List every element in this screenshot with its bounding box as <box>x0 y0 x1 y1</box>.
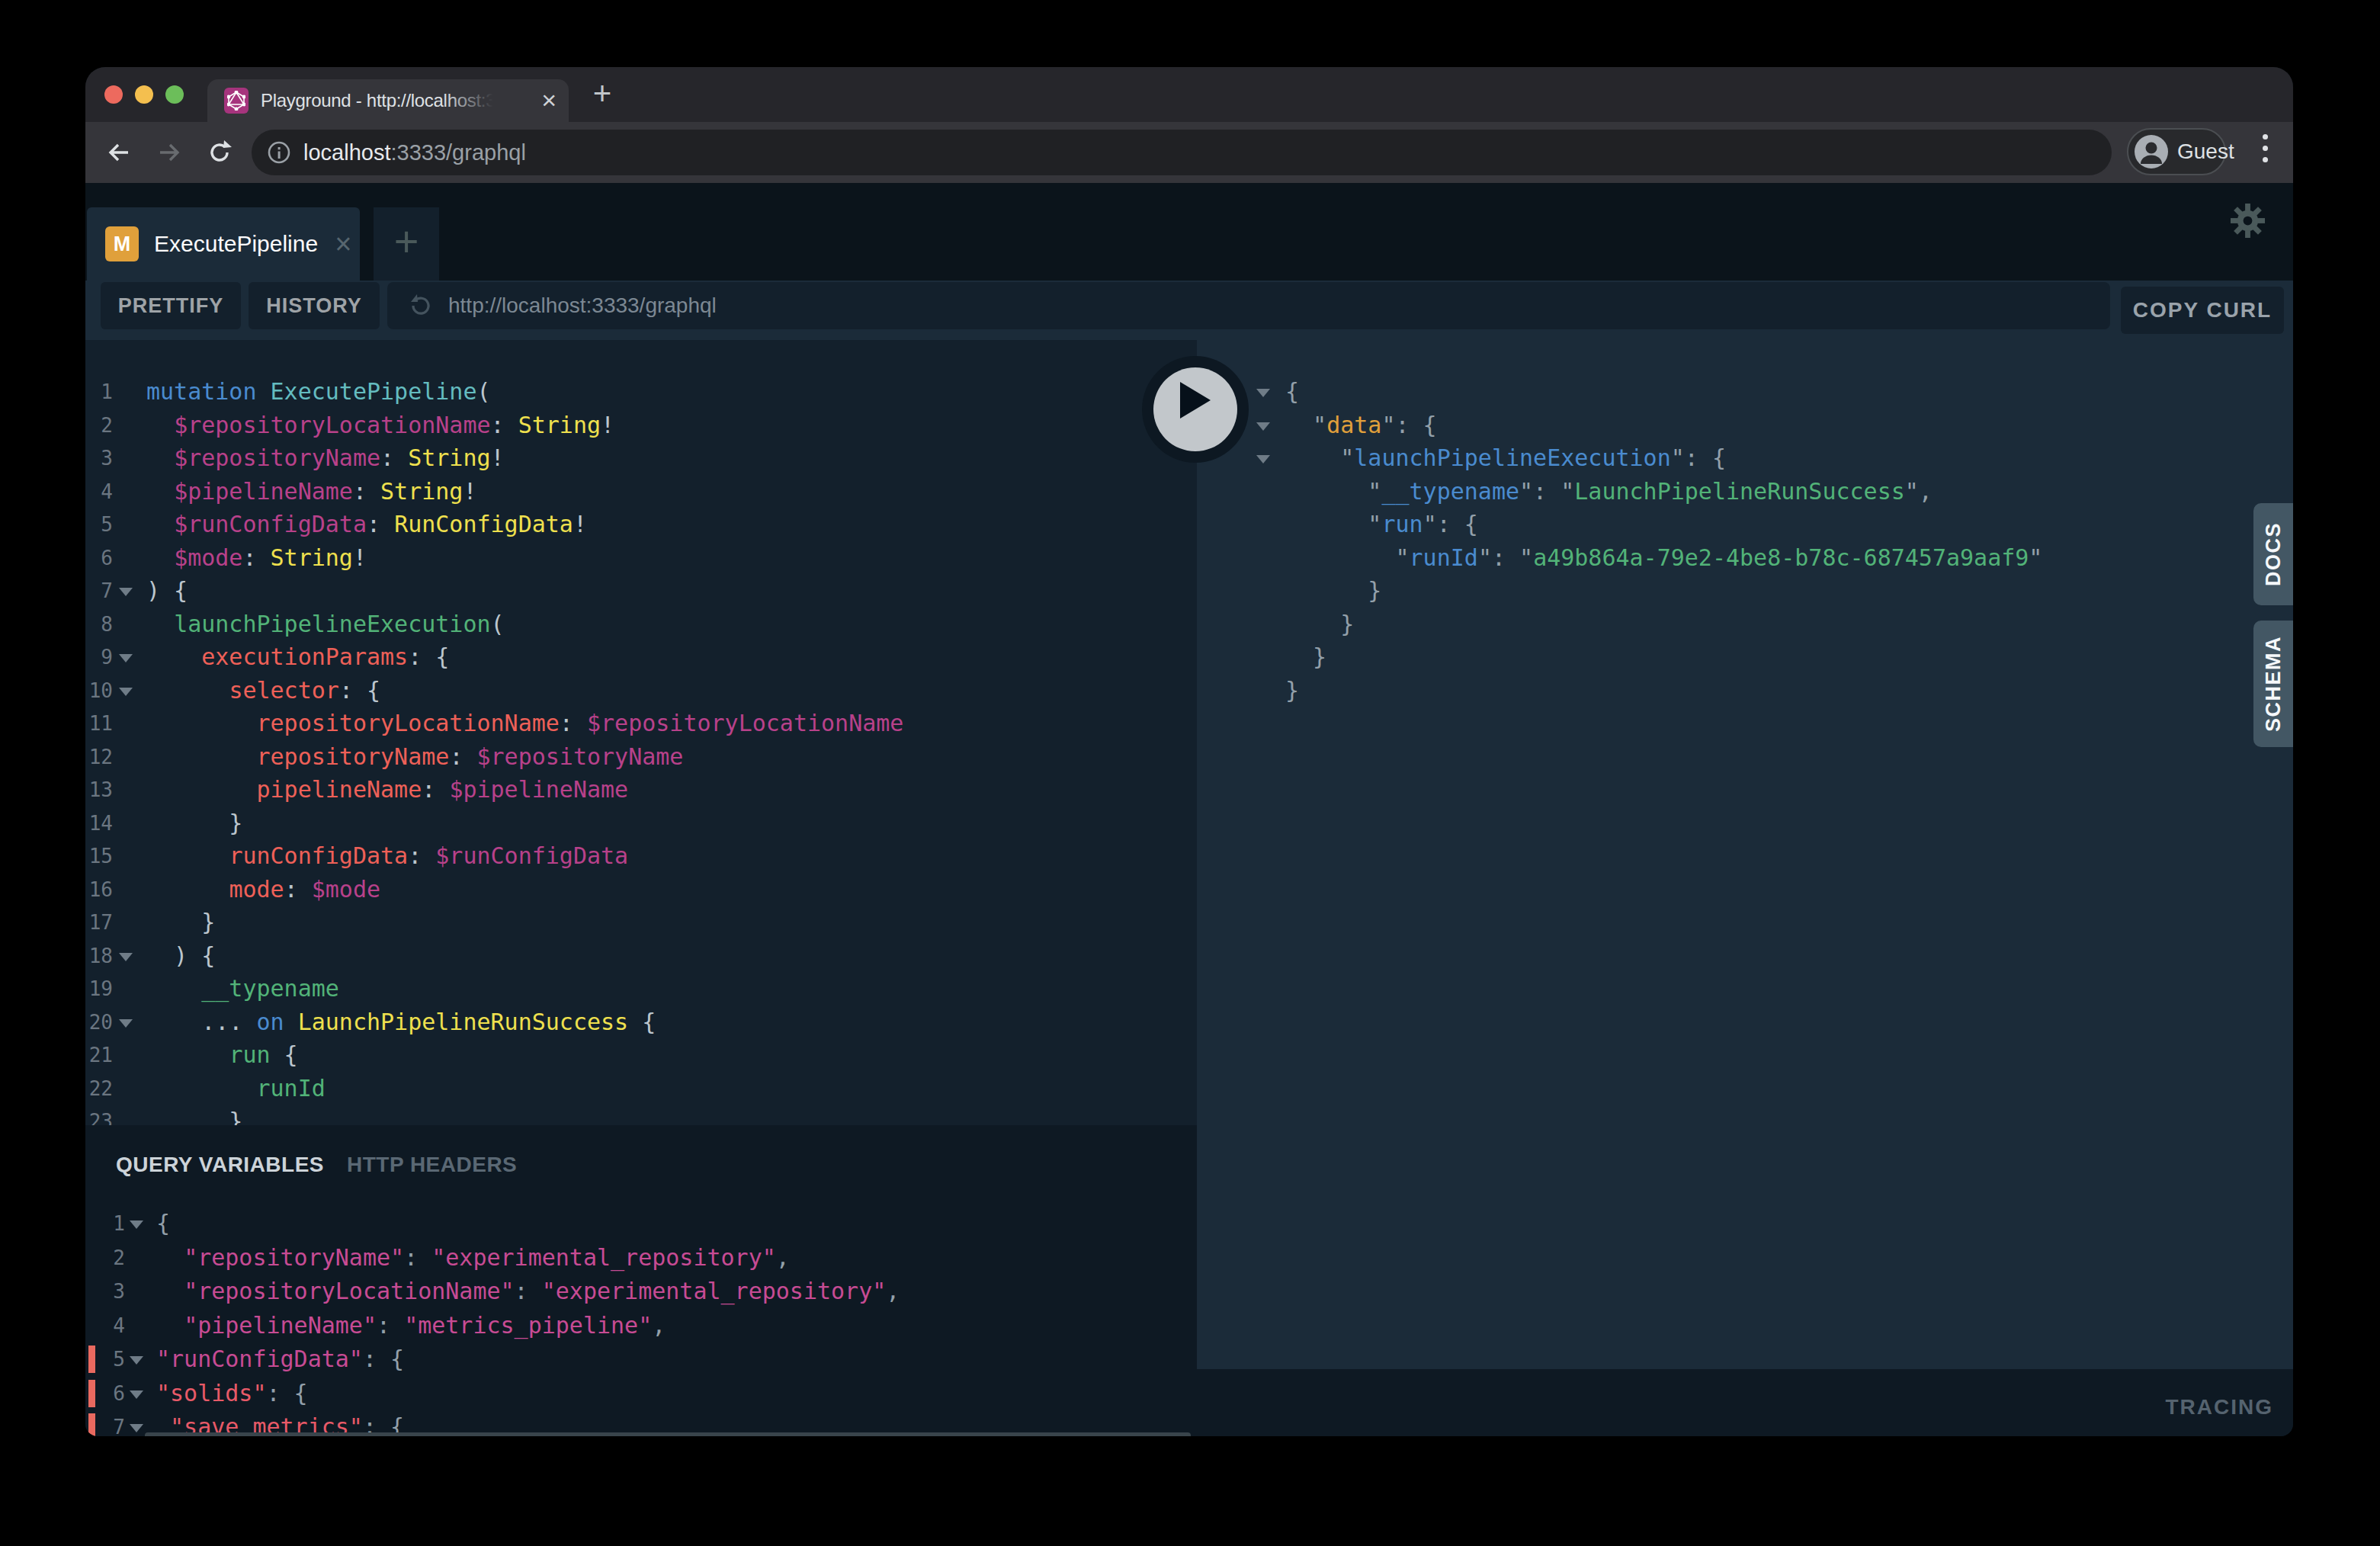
query-code-line: 2 $repositoryLocationName: String! <box>85 409 1197 442</box>
query-code-line: 6 $mode: String! <box>85 541 1197 575</box>
query-code-line: 3 $repositoryName: String! <box>85 441 1197 475</box>
browser-tab[interactable]: Playground - http://localhost:33 × <box>207 79 569 122</box>
tab-title-fade <box>444 79 502 122</box>
query-code-line: 5 $runConfigData: RunConfigData! <box>85 508 1197 541</box>
profile-button[interactable]: Guest <box>2127 128 2226 175</box>
site-info-icon[interactable] <box>267 140 291 165</box>
session-tab-close-icon[interactable]: × <box>335 228 351 261</box>
query-code-line: 20 ... on LaunchPipelineRunSuccess { <box>85 1006 1197 1039</box>
fold-arrow-icon[interactable] <box>130 1424 143 1432</box>
schema-tab[interactable]: SCHEMA <box>2253 621 2293 747</box>
prettify-button[interactable]: PRETTIFY <box>101 282 241 329</box>
query-code-line: 13 pipelineName: $pipelineName <box>85 773 1197 807</box>
response-code-line: "__typename": "LaunchPipelineRunSuccess"… <box>1197 475 2293 508</box>
fold-arrow-icon[interactable] <box>130 1390 143 1399</box>
query-code-line: 10 selector: { <box>85 674 1197 707</box>
response-code-line: "run": { <box>1197 508 2293 541</box>
response-code-line: "data": { <box>1197 409 2293 442</box>
fold-arrow-icon[interactable] <box>119 1019 133 1028</box>
settings-gear-icon[interactable] <box>2230 203 2266 239</box>
query-code-line: 18 ) { <box>85 939 1197 973</box>
fold-arrow-icon[interactable] <box>119 688 133 696</box>
endpoint-reload-icon <box>406 291 435 320</box>
avatar-icon <box>2135 135 2168 168</box>
play-icon <box>1180 382 1211 419</box>
query-editor[interactable]: 1mutation ExecutePipeline(2 $repositoryL… <box>85 340 1197 1125</box>
traffic-light-minimize[interactable] <box>135 85 153 104</box>
query-code-line: 14 } <box>85 807 1197 840</box>
url-bar[interactable]: localhost:3333/graphql <box>252 130 2112 175</box>
query-code-line: 4 $pipelineName: String! <box>85 475 1197 508</box>
session-tab[interactable]: M ExecutePipeline × <box>87 207 360 281</box>
fold-arrow-icon[interactable] <box>119 654 133 662</box>
fold-arrow-icon[interactable] <box>130 1220 143 1229</box>
browser-window: Playground - http://localhost:33 × + loc… <box>85 67 2293 1436</box>
mutation-badge: M <box>105 226 139 261</box>
variables-pane: QUERY VARIABLES HTTP HEADERS 1{2 "reposi… <box>85 1125 1197 1436</box>
playground-toolbar: PRETTIFY HISTORY http://localhost:3333/g… <box>85 281 2293 340</box>
browser-address-bar: localhost:3333/graphql Guest <box>85 122 2293 183</box>
response-code-line: } <box>1197 608 2293 641</box>
query-code-line: 1mutation ExecutePipeline( <box>85 375 1197 409</box>
response-code-line: { <box>1197 375 2293 409</box>
response-code-line: } <box>1197 574 2293 608</box>
tab-http-headers[interactable]: HTTP HEADERS <box>347 1153 517 1177</box>
response-code-line: } <box>1197 640 2293 674</box>
new-tab-button[interactable]: + <box>585 78 619 111</box>
browser-menu-icon[interactable] <box>2263 134 2269 168</box>
query-code-line: 16 mode: $mode <box>85 873 1197 906</box>
forward-icon[interactable] <box>156 139 183 166</box>
reload-icon[interactable] <box>206 139 233 166</box>
variables-code-line: 2 "repositoryName": "experimental_reposi… <box>85 1241 1197 1275</box>
response-code-line: "launchPipelineExecution": { <box>1197 441 2293 475</box>
query-code-line: 7) { <box>85 574 1197 608</box>
profile-label: Guest <box>2177 140 2234 164</box>
query-code-line: 19 __typename <box>85 972 1197 1006</box>
response-code-line: "runId": "a49b864a-79e2-4be8-b78c-687457… <box>1197 541 2293 575</box>
horizontal-scrollbar[interactable] <box>145 1432 1191 1436</box>
query-code-line: 11 repositoryLocationName: $repositoryLo… <box>85 707 1197 740</box>
query-code-line: 17 } <box>85 906 1197 939</box>
copy-curl-button[interactable]: COPY CURL <box>2121 287 2284 334</box>
query-code-line: 15 runConfigData: $runConfigData <box>85 839 1197 873</box>
tracing-toggle[interactable]: TRACING <box>2165 1395 2273 1419</box>
fold-arrow-icon[interactable] <box>119 588 133 596</box>
fold-arrow-icon[interactable] <box>1256 455 1270 463</box>
variables-code-line: 6"solids": { <box>85 1377 1197 1410</box>
response-code-line: } <box>1197 674 2293 707</box>
variables-code-line: 3 "repositoryLocationName": "experimenta… <box>85 1275 1197 1308</box>
endpoint-url: http://localhost:3333/graphql <box>448 293 717 318</box>
variables-code-line: 4 "pipelineName": "metrics_pipeline", <box>85 1309 1197 1342</box>
traffic-light-close[interactable] <box>104 85 123 104</box>
query-code-line: 22 runId <box>85 1072 1197 1105</box>
execute-button[interactable] <box>1142 356 1249 463</box>
browser-tab-strip: Playground - http://localhost:33 × + <box>85 67 2293 122</box>
variables-code-line: 5"runConfigData": { <box>85 1342 1197 1376</box>
query-code-line: 21 run { <box>85 1038 1197 1072</box>
query-code-line: 12 repositoryName: $repositoryName <box>85 740 1197 774</box>
session-tab-title: ExecutePipeline <box>154 231 318 257</box>
fold-arrow-icon[interactable] <box>119 953 133 961</box>
history-button[interactable]: HISTORY <box>249 282 380 329</box>
tab-query-variables[interactable]: QUERY VARIABLES <box>116 1153 324 1177</box>
fold-arrow-icon[interactable] <box>1256 422 1270 431</box>
traffic-light-zoom[interactable] <box>165 85 184 104</box>
tab-close-icon[interactable]: × <box>541 86 557 114</box>
query-code-line: 8 launchPipelineExecution( <box>85 608 1197 641</box>
query-code-line: 9 executionParams: { <box>85 640 1197 674</box>
new-session-button[interactable]: + <box>374 207 439 281</box>
query-code-line: 23 } <box>85 1105 1197 1125</box>
variables-code-line: 1{ <box>85 1207 1197 1240</box>
graphql-favicon-icon <box>224 88 249 114</box>
back-icon[interactable] <box>105 139 133 166</box>
docs-tab[interactable]: DOCS <box>2253 503 2293 605</box>
fold-arrow-icon[interactable] <box>1256 389 1270 397</box>
url-text: localhost:3333/graphql <box>303 140 526 165</box>
tracing-bar: TRACING <box>1197 1369 2293 1436</box>
fold-arrow-icon[interactable] <box>130 1356 143 1365</box>
response-pane: { "data": { "launchPipelineExecution": {… <box>1197 340 2293 1369</box>
endpoint-input[interactable]: http://localhost:3333/graphql <box>387 282 2110 329</box>
